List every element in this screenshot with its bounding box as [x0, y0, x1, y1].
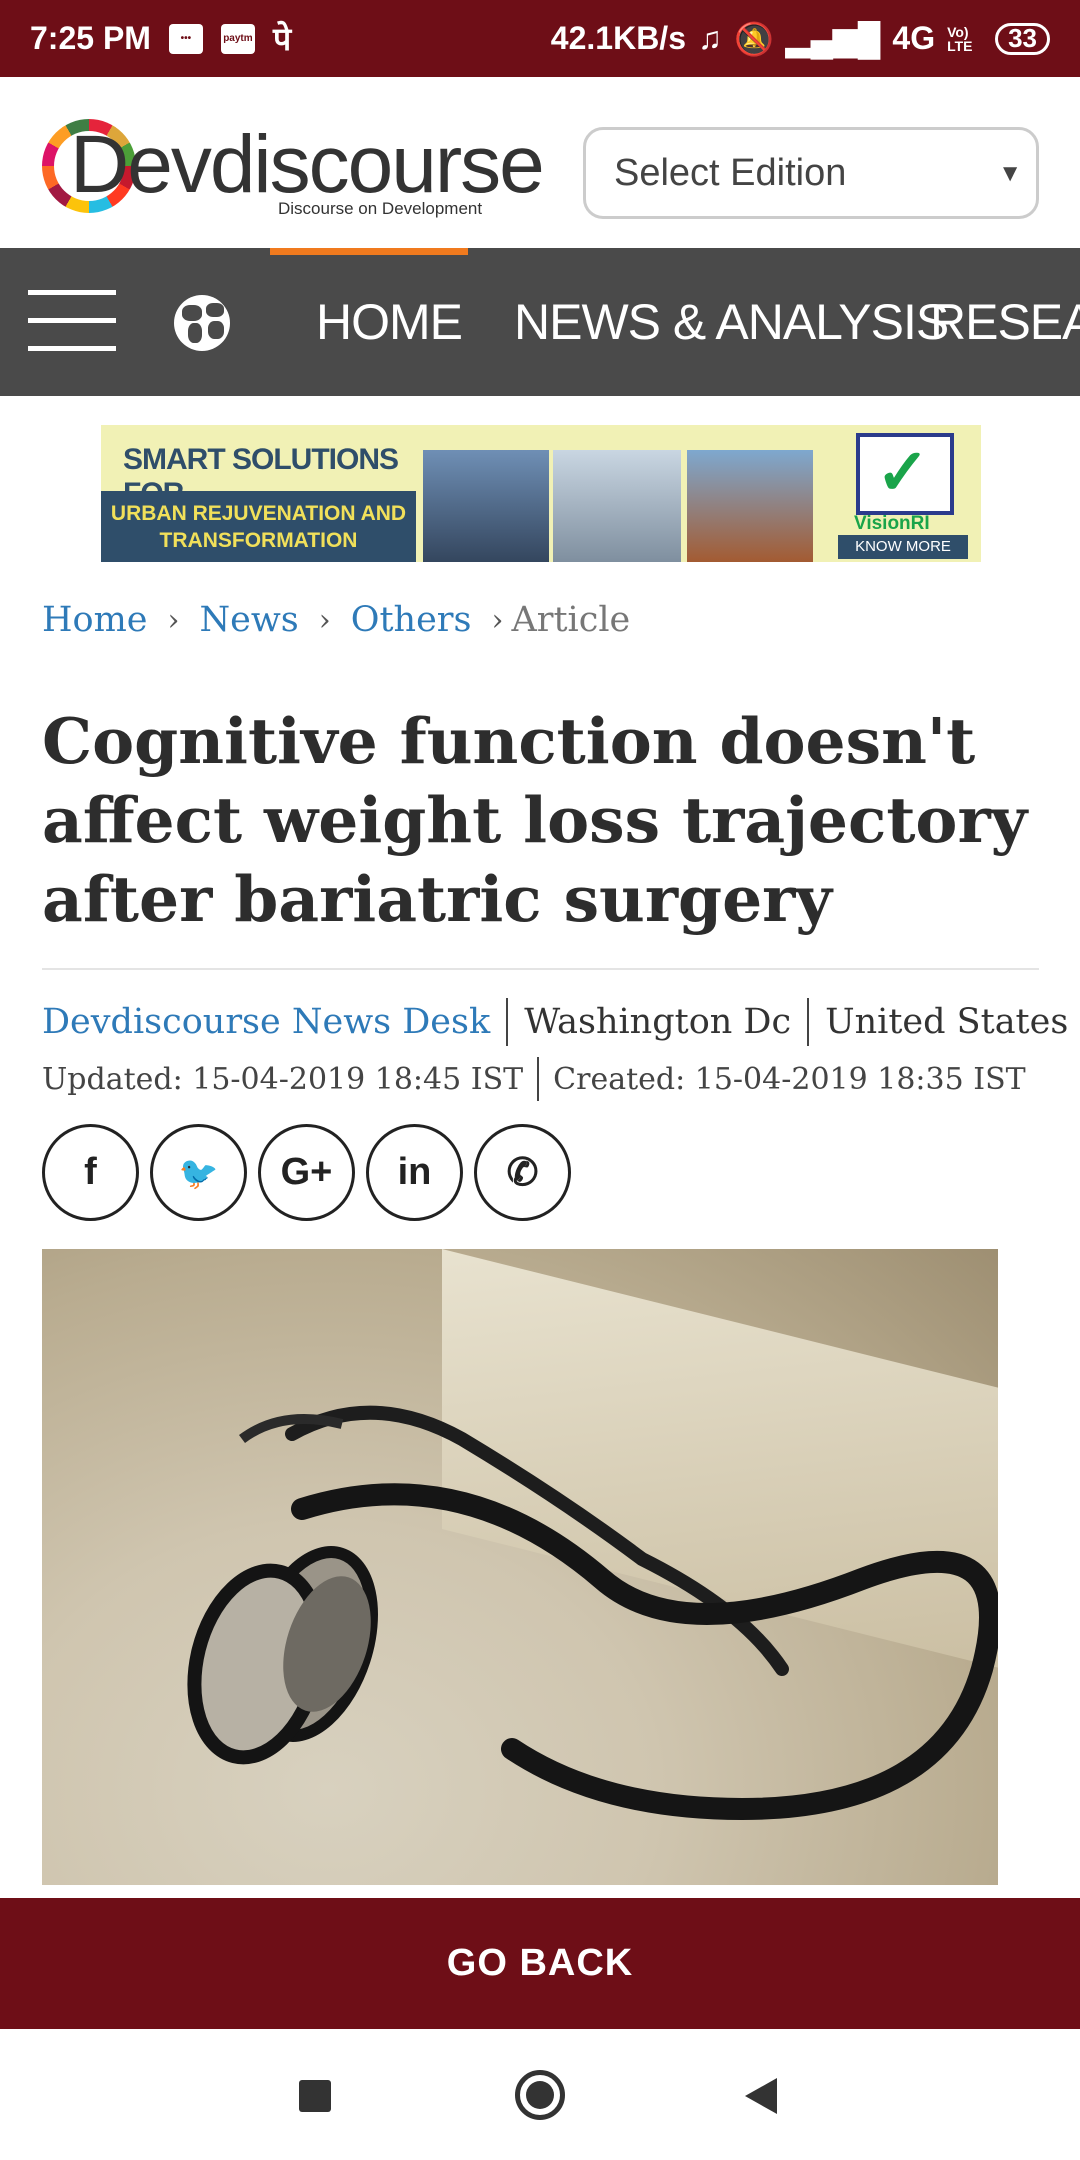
- recents-icon[interactable]: [299, 2080, 331, 2112]
- google-plus-share-button[interactable]: G+: [258, 1124, 355, 1221]
- linkedin-share-button[interactable]: in: [366, 1124, 463, 1221]
- created-date: Created: 15-04-2019 18:35 IST: [553, 1061, 1026, 1097]
- article-city: Washington Dc: [524, 1002, 792, 1042]
- ad-brand: ✓ VisionRI KNOW MORE: [836, 425, 981, 562]
- chevron-right-icon: ›: [491, 602, 504, 638]
- title-divider: [42, 968, 1039, 970]
- ad-banner[interactable]: SMART SOLUTIONS FOR URBAN REJUVENATION A…: [101, 425, 981, 562]
- whatsapp-icon: ✆: [506, 1152, 539, 1194]
- volte-icon: Vo) LTE: [947, 23, 973, 54]
- ad-text-block: SMART SOLUTIONS FOR URBAN REJUVENATION A…: [101, 425, 416, 562]
- home-icon[interactable]: [515, 2070, 565, 2120]
- mute-icon: 🔕: [733, 20, 774, 57]
- chevron-right-icon: ›: [318, 602, 331, 638]
- facebook-share-button[interactable]: f: [42, 1124, 139, 1221]
- whatsapp-share-button[interactable]: ✆: [474, 1124, 571, 1221]
- ad-city-image: [423, 450, 549, 562]
- net-speed: 42.1KB/s: [550, 20, 686, 56]
- article-country: United States: [825, 1002, 1069, 1042]
- twitter-share-button[interactable]: 🐦: [150, 1124, 247, 1221]
- article-title: Cognitive function doesn't affect weight…: [42, 704, 1028, 936]
- edition-select-value: Select Edition: [614, 151, 847, 194]
- ad-brand-name: VisionRI: [854, 513, 930, 534]
- article-image: [42, 1249, 998, 1885]
- ad-construction-image: [687, 450, 813, 562]
- signal-icon: ▂▄▆█: [785, 20, 881, 57]
- globe-icon[interactable]: [174, 295, 230, 351]
- breadcrumb: Home › News › Others › Article: [42, 590, 630, 650]
- facebook-icon: f: [84, 1151, 97, 1193]
- site-logo[interactable]: Devdiscourse Discourse on Development: [42, 115, 545, 225]
- google-plus-icon: G+: [280, 1151, 333, 1193]
- ad-subline: URBAN REJUVENATION AND TRANSFORMATION: [101, 491, 416, 562]
- check-icon: ✓: [876, 436, 930, 508]
- stethoscope-image: [187, 1405, 998, 1821]
- nav-home[interactable]: HOME: [316, 248, 463, 396]
- message-icon: •••: [168, 23, 203, 54]
- breadcrumb-home[interactable]: Home: [42, 600, 148, 640]
- network-type: 4G: [892, 20, 936, 56]
- updated-date: Updated: 15-04-2019 18:45 IST: [42, 1061, 524, 1097]
- headphones-icon: ♫: [697, 20, 722, 56]
- status-time: 7:25 PM: [30, 20, 151, 56]
- date-separator: [537, 1057, 540, 1101]
- paytm-icon: paytm: [220, 23, 255, 54]
- twitter-icon: 🐦: [178, 1154, 219, 1191]
- article-byline: Devdiscourse News Desk Washington Dc Uni…: [42, 998, 1068, 1046]
- breadcrumb-others[interactable]: Others: [351, 600, 472, 640]
- ad-skyline-image: [553, 450, 681, 562]
- nav-news-analysis[interactable]: NEWS & ANALYSIS: [514, 248, 949, 396]
- ad-cta[interactable]: KNOW MORE: [838, 535, 968, 559]
- battery-icon: 33: [995, 22, 1050, 55]
- caret-down-icon: ▼: [998, 160, 1022, 187]
- linkedin-icon: in: [397, 1151, 432, 1193]
- share-bar: f 🐦 G+ in ✆: [42, 1124, 571, 1221]
- phonepe-icon: पे: [272, 21, 292, 57]
- hamburger-icon[interactable]: [28, 290, 116, 352]
- back-icon[interactable]: [745, 2078, 777, 2114]
- article-dates: Updated: 15-04-2019 18:45 IST Created: 1…: [42, 1057, 1026, 1101]
- status-bar: 7:25 PM ••• paytm पे 42.1KB/s ♫ 🔕 ▂▄▆█ 4…: [0, 0, 1080, 77]
- site-header: Devdiscourse Discourse on Development Se…: [0, 77, 1080, 248]
- logo-tagline: Discourse on Development: [278, 199, 483, 218]
- edition-select[interactable]: Select Edition ▼: [583, 127, 1039, 219]
- go-back-button[interactable]: GO BACK: [0, 1898, 1080, 2029]
- main-nav: HOME NEWS & ANALYSIS RESEA: [0, 248, 1080, 396]
- byline-separator: [506, 998, 509, 1046]
- nav-research[interactable]: RESEA: [930, 248, 1080, 396]
- chevron-right-icon: ›: [167, 602, 180, 638]
- breadcrumb-current: Article: [511, 600, 631, 640]
- byline-separator: [807, 998, 810, 1046]
- breadcrumb-news[interactable]: News: [200, 600, 299, 640]
- author-link[interactable]: Devdiscourse News Desk: [42, 1002, 490, 1042]
